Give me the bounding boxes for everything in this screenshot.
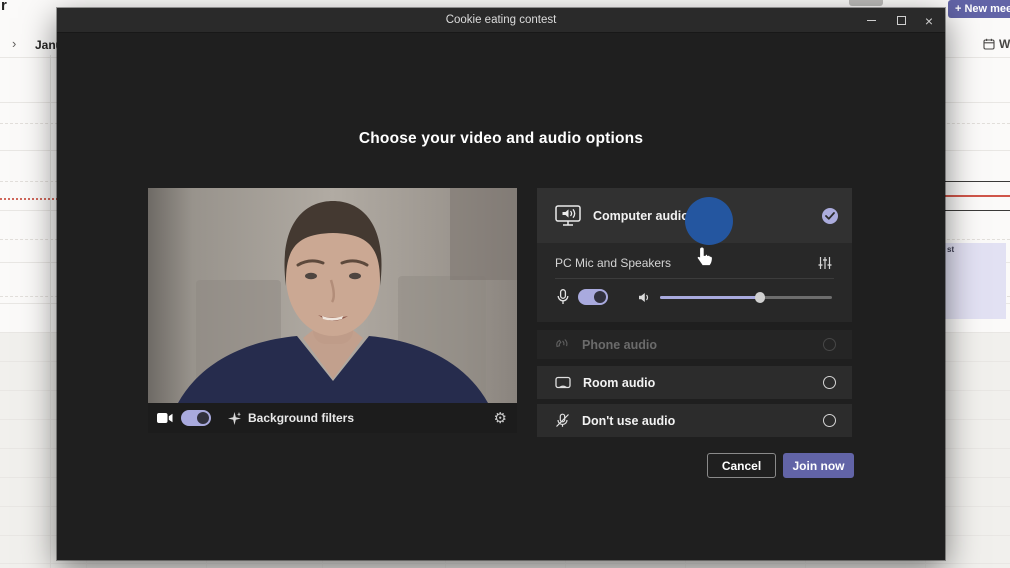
- join-now-button[interactable]: Join now: [783, 453, 854, 478]
- no-audio-label: Don't use audio: [582, 413, 676, 428]
- computer-audio-label: Computer audio: [593, 208, 689, 223]
- phone-audio-option-disabled: Phone audio: [537, 330, 852, 359]
- camera-icon: [157, 413, 173, 423]
- time-gutter-line: [50, 55, 51, 568]
- background-filters-label[interactable]: Background filters: [248, 411, 354, 425]
- dialog-titlebar[interactable]: Cookie eating contest ×: [57, 8, 945, 33]
- audio-device-name[interactable]: PC Mic and Speakers: [555, 256, 671, 270]
- view-selector-label: W: [999, 37, 1010, 51]
- close-button[interactable]: ×: [917, 8, 941, 33]
- mic-off-icon: [556, 413, 569, 427]
- selection-border-bottom: [938, 210, 1010, 211]
- phone-audio-label: Phone audio: [582, 337, 657, 352]
- maximize-button[interactable]: [889, 8, 913, 33]
- speaker-volume-icon: [639, 292, 649, 302]
- new-meeting-button[interactable]: + New mee: [948, 0, 1010, 18]
- selection-border-top: [938, 181, 1010, 182]
- volume-slider-knob[interactable]: [754, 292, 766, 303]
- self-video-feed: [148, 188, 517, 403]
- video-controls-bar: Background filters ⚙: [148, 403, 517, 433]
- dialog-title: Cookie eating contest: [445, 14, 557, 26]
- calendar-page-title-partial: r: [1, 0, 7, 14]
- calendar-event-block[interactable]: st: [945, 243, 1006, 319]
- volume-slider-fill: [660, 296, 760, 299]
- calendar-icon: [983, 38, 995, 50]
- no-audio-option[interactable]: Don't use audio: [537, 404, 852, 437]
- grid-line: [0, 563, 1010, 564]
- phone-audio-radio: [823, 338, 836, 351]
- room-audio-label: Room audio: [583, 375, 656, 390]
- microphone-toggle[interactable]: [578, 289, 608, 305]
- maximize-icon: [896, 16, 906, 25]
- cancel-button[interactable]: Cancel: [707, 453, 776, 478]
- video-preview: Background filters ⚙: [148, 188, 517, 433]
- volume-slider[interactable]: [660, 289, 832, 305]
- no-audio-radio[interactable]: [823, 414, 836, 427]
- chevron-right-icon[interactable]: ›: [12, 36, 16, 51]
- microphone-toggle-knob: [594, 291, 606, 303]
- microphone-icon: [557, 289, 569, 304]
- mouse-cursor-pointer: [696, 246, 713, 267]
- computer-audio-icon: [555, 205, 581, 226]
- current-time-indicator: [938, 195, 1010, 197]
- dialog-actions: Cancel Join now: [707, 453, 854, 478]
- room-audio-option[interactable]: Room audio: [537, 366, 852, 399]
- minimize-button[interactable]: [859, 8, 883, 33]
- background-filters-icon: [228, 411, 241, 425]
- device-settings-icon[interactable]: [818, 256, 832, 270]
- calendar-view-selector[interactable]: W: [983, 37, 1010, 51]
- computer-audio-radio-selected[interactable]: [822, 207, 838, 224]
- room-audio-icon: [555, 376, 571, 389]
- minimize-icon: [866, 19, 876, 22]
- annotation-circle: [685, 197, 733, 245]
- checkmark-icon: [825, 211, 835, 220]
- meet-button-partial: [849, 0, 883, 6]
- room-audio-radio[interactable]: [823, 376, 836, 389]
- camera-toggle[interactable]: [181, 410, 211, 426]
- gear-icon[interactable]: ⚙: [494, 411, 507, 426]
- meeting-prejoin-dialog: Cookie eating contest × Choose your vide…: [57, 8, 945, 560]
- dialog-heading: Choose your video and audio options: [358, 130, 644, 147]
- teams-app-window: r › Janu + New mee W st Cookie eating co…: [0, 0, 1010, 568]
- phone-audio-icon: [556, 339, 568, 348]
- camera-toggle-knob: [197, 412, 209, 424]
